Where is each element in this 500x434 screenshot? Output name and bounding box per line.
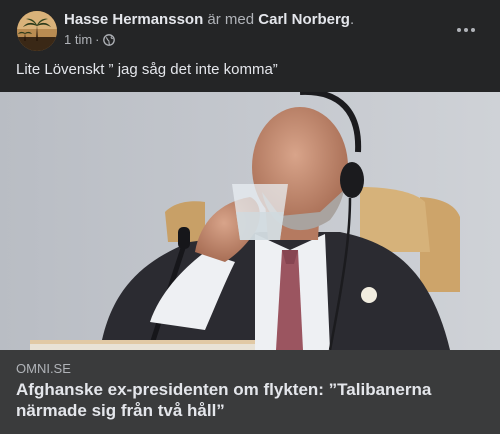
with-text: är med [207,11,255,28]
man-drinking-water-photo [0,92,500,350]
tagged-name[interactable]: Carl Norberg [258,11,350,28]
post-timestamp[interactable]: 1 tim [64,32,92,48]
link-headline[interactable]: Afghanske ex-presidenten om flykten: ”Ta… [16,379,486,421]
more-options-icon-dot [471,28,475,32]
tagged-suffix: . [349,11,355,28]
globe-icon[interactable] [102,34,115,46]
link-preview-caption[interactable]: OMNI.SE Afghanske ex-presidenten om flyk… [0,350,500,434]
more-options-icon-dot [464,28,468,32]
avatar-palm-image [17,11,57,51]
post-text: Lite Lövenskt ” jag såg det inte komma” [16,61,278,78]
link-source: OMNI.SE [16,361,71,376]
post-header: Hasse Hermansson är med Carl Norberg. 1 … [0,0,500,58]
author-avatar[interactable] [17,11,57,51]
meta-separator: · [95,32,100,47]
author-line: Hasse Hermansson är med Carl Norberg. [64,11,354,29]
author-name[interactable]: Hasse Hermansson [64,11,203,28]
more-options-icon [457,28,461,32]
link-preview-image[interactable] [0,92,500,350]
post-meta: 1 tim · [64,32,115,48]
more-options-button[interactable] [448,16,484,44]
